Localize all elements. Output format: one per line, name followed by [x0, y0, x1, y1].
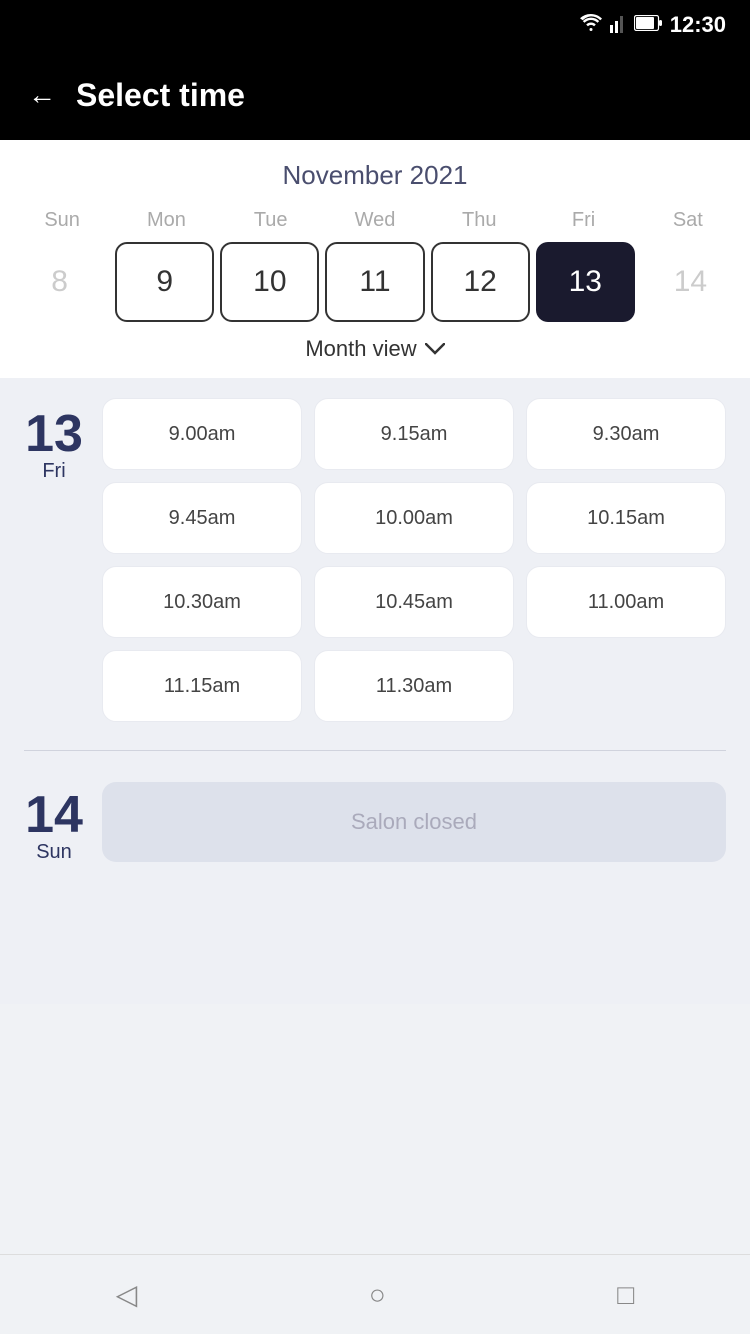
day-block-13: 13 Fri 9.00am 9.15am 9.30am 9.45am 10.00…	[24, 398, 726, 722]
time-slot-945am[interactable]: 9.45am	[102, 482, 302, 554]
day-name-13: Fri	[42, 460, 65, 483]
day-label-13: 13 Fri	[24, 398, 84, 722]
month-view-label: Month view	[305, 336, 416, 362]
time-slot-900am[interactable]: 9.00am	[102, 398, 302, 470]
day-name-14: Sun	[36, 841, 72, 864]
day-number-13: 13	[25, 408, 83, 460]
date-10[interactable]: 10	[220, 242, 319, 322]
month-view-toggle[interactable]: Month view	[0, 322, 750, 378]
weekday-sun: Sun	[10, 209, 114, 232]
divider	[24, 750, 726, 751]
nav-home-button[interactable]: ○	[339, 1269, 416, 1321]
date-14[interactable]: 14	[641, 242, 740, 322]
weekday-sat: Sat	[636, 209, 740, 232]
date-11[interactable]: 11	[325, 242, 424, 322]
time-section: 13 Fri 9.00am 9.15am 9.30am 9.45am 10.00…	[0, 378, 750, 1004]
time-slots-13: 9.00am 9.15am 9.30am 9.45am 10.00am 10.1…	[102, 398, 726, 722]
time-slot-1045am[interactable]: 10.45am	[314, 566, 514, 638]
date-13[interactable]: 13	[536, 242, 635, 322]
status-time: 12:30	[670, 12, 726, 38]
salon-closed-message: Salon closed	[102, 782, 726, 862]
time-slot-1130am[interactable]: 11.30am	[314, 650, 514, 722]
wifi-icon	[580, 14, 602, 37]
status-icons: 12:30	[580, 12, 726, 38]
day-number-14: 14	[25, 789, 83, 841]
weekday-labels: Sun Mon Tue Wed Thu Fri Sat	[0, 209, 750, 232]
weekday-wed: Wed	[323, 209, 427, 232]
nav-recent-button[interactable]: □	[587, 1269, 664, 1321]
time-slot-1000am[interactable]: 10.00am	[314, 482, 514, 554]
bottom-nav: ◁ ○ □	[0, 1254, 750, 1334]
time-slot-1115am[interactable]: 11.15am	[102, 650, 302, 722]
weekday-thu: Thu	[427, 209, 531, 232]
date-row: 8 9 10 11 12 13 14	[0, 242, 750, 322]
weekday-mon: Mon	[114, 209, 218, 232]
status-bar: 12:30	[0, 0, 750, 50]
month-year-title: November 2021	[0, 160, 750, 191]
weekday-fri: Fri	[531, 209, 635, 232]
signal-icon	[610, 13, 626, 38]
time-slot-1100am[interactable]: 11.00am	[526, 566, 726, 638]
page-title: Select time	[76, 77, 245, 114]
time-slot-1015am[interactable]: 10.15am	[526, 482, 726, 554]
time-slot-930am[interactable]: 9.30am	[526, 398, 726, 470]
day-block-14: 14 Sun Salon closed	[24, 779, 726, 884]
battery-icon	[634, 15, 662, 36]
date-8[interactable]: 8	[10, 242, 109, 322]
time-slot-1030am[interactable]: 10.30am	[102, 566, 302, 638]
weekday-tue: Tue	[219, 209, 323, 232]
time-slot-915am[interactable]: 9.15am	[314, 398, 514, 470]
calendar-section: November 2021 Sun Mon Tue Wed Thu Fri Sa…	[0, 140, 750, 378]
nav-back-button[interactable]: ◁	[86, 1268, 168, 1321]
header: ← Select time	[0, 50, 750, 140]
date-9[interactable]: 9	[115, 242, 214, 322]
day-label-14: 14 Sun	[24, 779, 84, 864]
chevron-down-icon	[425, 338, 445, 361]
back-button[interactable]: ←	[28, 79, 56, 111]
date-12[interactable]: 12	[431, 242, 530, 322]
